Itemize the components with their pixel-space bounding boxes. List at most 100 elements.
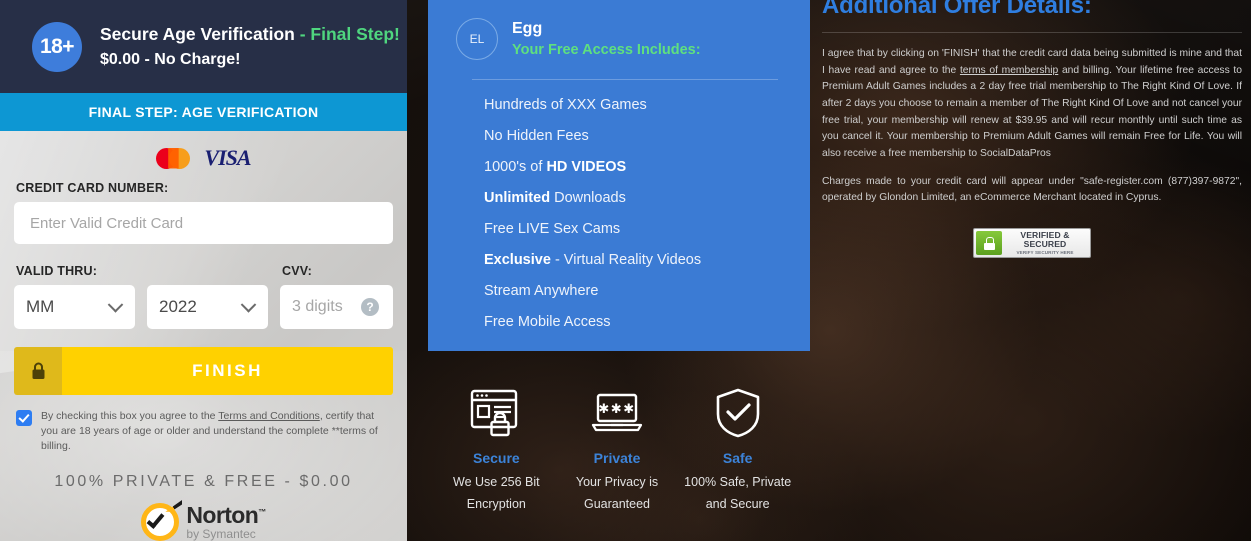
offer-benefit-item: 1000's of HD VIDEOS: [484, 152, 778, 183]
finish-button-label: FINISH: [62, 347, 393, 395]
cvv-input[interactable]: [292, 298, 370, 316]
norton-by-line: by Symantec: [186, 526, 256, 541]
offer-benefit-item: No Hidden Fees: [484, 121, 778, 152]
panel-header-text: Secure Age Verification - Final Step! $0…: [100, 21, 400, 73]
offer-benefit-item: Unlimited Downloads: [484, 183, 778, 214]
shield-lock-icon: [976, 231, 1002, 256]
expiry-month-value: MM: [26, 297, 55, 316]
para1-after: and billing. Your lifetime free access t…: [822, 64, 1242, 160]
expiry-year-select[interactable]: 2022: [147, 285, 268, 329]
trust-badge-description: 100% Safe, Private and Secure: [684, 475, 792, 511]
lock-icon: [14, 347, 62, 395]
valid-thru-group: VALID THRU: MM 2022: [14, 260, 268, 329]
offer-card: EL Egg Your Free Access Includes: Hundre…: [428, 0, 806, 351]
chevron-down-icon: [240, 297, 257, 313]
offer-benefits-list: Hundreds of XXX Games No Hidden Fees 1000'…: [484, 90, 778, 338]
terms-checkbox[interactable]: [16, 410, 32, 426]
offer-benefit-item: Free Mobile Access: [484, 307, 778, 338]
laptop-password-icon: ✱✱✱: [557, 386, 678, 440]
offer-tagline: Your Free Access Includes:: [512, 42, 701, 59]
cvv-group: CVV: ?: [280, 260, 393, 329]
offer-details-paragraph-1: I agree that by clicking on 'FINISH' tha…: [822, 46, 1242, 163]
verified-badge-subtitle: VERIFY SECURITY HERE: [1016, 249, 1074, 255]
svg-text:✱✱✱: ✱✱✱: [598, 402, 635, 417]
expiry-year-value: 2022: [159, 297, 197, 316]
offer-details-divider: [822, 32, 1242, 33]
private-free-notice: 100% PRIVATE & FREE - $0.00: [54, 472, 353, 490]
norton-logo: Norton™ by Symantec: [14, 499, 393, 541]
terms-agreement-text: By checking this box you agree to the Te…: [41, 409, 393, 454]
offer-benefit-item: Free LIVE Sex Cams: [484, 214, 778, 245]
trust-badge: Secure We Use 256 Bit Encryption: [436, 386, 557, 516]
page-title: Secure Age Verification - Final Step!: [100, 21, 400, 48]
terms-agreement-row: By checking this box you agree to the Te…: [14, 409, 393, 454]
trust-badge-description: Your Privacy is Guaranteed: [575, 475, 659, 511]
trust-badge: Safe 100% Safe, Private and Secure: [677, 386, 798, 516]
offer-benefit-bold: Exclusive: [484, 252, 551, 269]
offer-summary-column: EL Egg Your Free Access Includes: Hundre…: [428, 0, 806, 516]
step-banner: FINAL STEP: AGE VERIFICATION: [0, 93, 407, 140]
trust-badge-title: Private: [593, 450, 641, 466]
avatar: EL: [456, 18, 498, 61]
page-title-accent: - Final Step!: [299, 23, 400, 44]
offer-details-paragraph-2: Charges made to your credit card will ap…: [822, 175, 1242, 204]
visa-logo-icon: VISA: [204, 145, 251, 170]
finish-button[interactable]: FINISH: [14, 347, 393, 395]
mastercard-logo-icon: [156, 147, 191, 169]
trust-badge-title: Safe: [722, 450, 753, 466]
page-title-main: Secure Age Verification: [100, 23, 295, 44]
offer-card-left-edge: [806, 0, 810, 351]
offer-benefit-item: Stream Anywhere: [484, 276, 778, 307]
page-subtitle: $0.00 - No Charge!: [100, 50, 241, 68]
offer-benefit-text: Hundreds of XXX Games: [484, 97, 647, 114]
offer-benefit-text: Free LIVE Sex Cams: [484, 221, 621, 238]
credit-card-label: CREDIT CARD NUMBER:: [16, 181, 169, 195]
norton-tm: ™: [258, 507, 266, 517]
offer-details-title: Additional Offer Details:: [822, 0, 1092, 19]
offer-benefit-item: Hundreds of XXX Games: [484, 90, 778, 121]
norton-wordmark: Norton™ by Symantec: [186, 501, 266, 541]
verified-secured-badge[interactable]: VERIFIED & SECURED VERIFY SECURITY HERE: [973, 228, 1091, 259]
verified-badge-text: VERIFIED & SECURED VERIFY SECURITY HERE: [1002, 229, 1088, 256]
cvv-field-wrapper: ?: [280, 285, 393, 329]
offer-benefit-text: Downloads: [550, 190, 626, 207]
valid-thru-label: VALID THRU:: [16, 264, 98, 278]
terms-and-conditions-link[interactable]: Terms and Conditions: [218, 410, 320, 422]
terms-text-before: By checking this box you agree to the: [41, 410, 219, 422]
shield-check-icon: [677, 386, 798, 440]
terms-of-membership-link[interactable]: terms of membership: [960, 65, 1058, 76]
browser-lock-icon: [436, 386, 557, 440]
offer-benefit-bold: HD VIDEOS: [546, 159, 627, 176]
credit-card-input[interactable]: [14, 202, 393, 244]
offer-benefit-text: - Virtual Reality Videos: [550, 252, 702, 269]
additional-offer-details: Additional Offer Details: I agree that b…: [822, 0, 1242, 259]
trust-badge-title: Secure: [472, 450, 520, 466]
age-badge-icon: 18+: [32, 21, 82, 72]
card-brand-logos: VISA: [14, 131, 393, 177]
offer-benefit-text: Stream Anywhere: [484, 283, 599, 300]
trust-badge-description: We Use 256 Bit Encryption: [453, 475, 540, 511]
norton-name: Norton: [186, 501, 259, 528]
expiry-cvv-row: VALID THRU: MM 2022 CVV: 3 digits ?: [14, 260, 393, 329]
offer-benefit-text: No Hidden Fees: [484, 128, 589, 145]
offer-card-header: EL Egg Your Free Access Includes:: [456, 18, 778, 61]
expiry-month-select[interactable]: MM: [14, 285, 135, 329]
step-banner-label: FINAL STEP: AGE VERIFICATION: [88, 104, 319, 120]
trust-badges-row: Secure We Use 256 Bit Encryption ✱✱✱ Privat…: [428, 351, 806, 516]
payment-form: VISA CREDIT CARD NUMBER: VALID THRU: MM …: [0, 131, 407, 541]
offer-divider: [472, 78, 778, 80]
age-verification-panel: 18+ Secure Age Verification - Final Step…: [0, 0, 407, 541]
panel-header: 18+ Secure Age Verification - Final Step…: [0, 0, 407, 93]
verified-badge-title: VERIFIED & SECURED: [1020, 229, 1070, 249]
offer-benefit-bold: Unlimited: [484, 190, 551, 207]
cvv-help-icon[interactable]: ?: [361, 298, 379, 316]
cvv-label: CVV:: [282, 264, 312, 278]
chevron-down-icon: [107, 297, 124, 313]
trust-badge: ✱✱✱ Private Your Privacy is Guaranteed: [557, 386, 678, 516]
offer-benefit-text: 1000's of: [484, 159, 547, 176]
offer-benefit-item: Exclusive - Virtual Reality Videos: [484, 245, 778, 276]
offer-benefit-text: Free Mobile Access: [484, 314, 611, 331]
offer-card-header-text: Egg Your Free Access Includes:: [512, 18, 701, 61]
offer-name: Egg: [512, 20, 543, 37]
norton-checkmark-icon: [141, 499, 183, 541]
